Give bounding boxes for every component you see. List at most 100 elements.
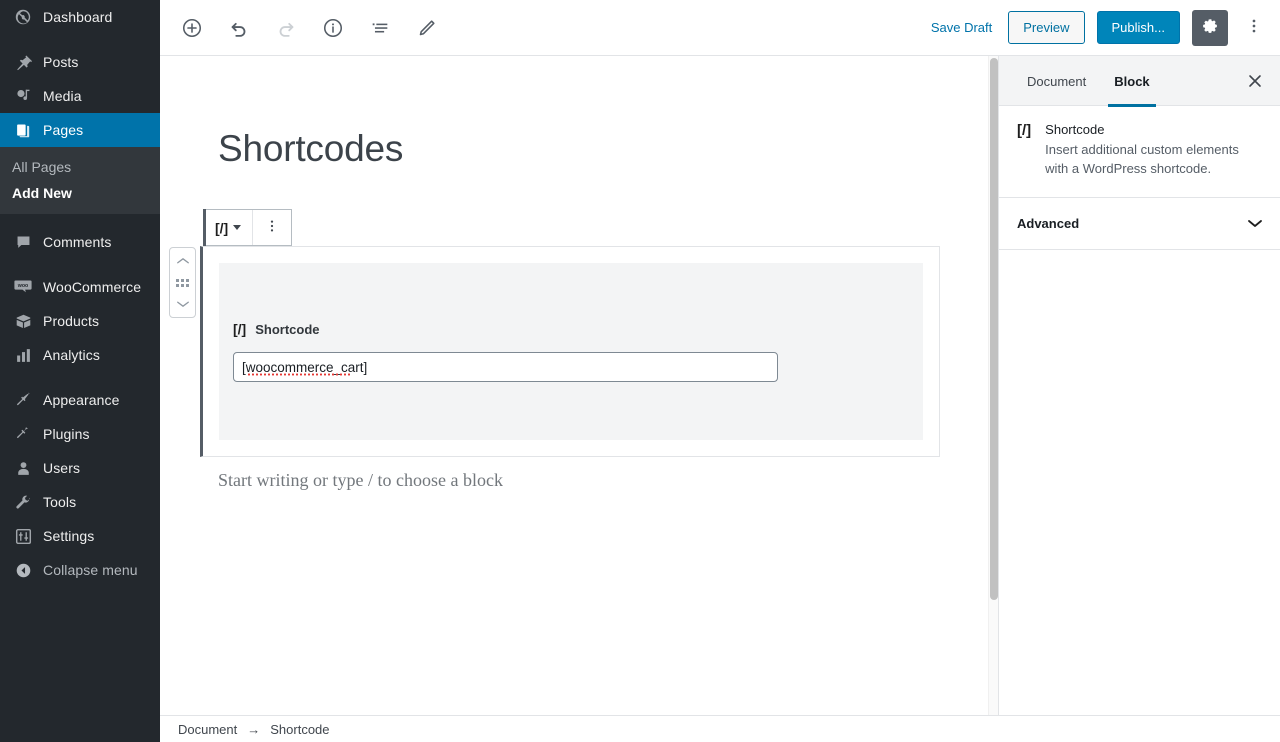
woocommerce-icon: woo <box>12 277 34 297</box>
shortcode-input[interactable] <box>233 352 778 382</box>
block-type-switcher-button[interactable]: [/] <box>204 210 252 245</box>
sidebar-item-settings[interactable]: Settings <box>0 519 160 553</box>
block-more-options-button[interactable] <box>252 210 291 245</box>
block-navigation-icon[interactable] <box>362 10 398 46</box>
sidebar-item-media[interactable]: Media <box>0 79 160 113</box>
block-info-text: Shortcode Insert additional custom eleme… <box>1045 122 1264 179</box>
breadcrumb: Document → Shortcode <box>160 715 1280 742</box>
redo-icon[interactable] <box>268 10 304 46</box>
shortcode-icon: [/] <box>215 219 229 236</box>
shortcode-input-wrapper <box>233 352 778 382</box>
canvas-scrollbar[interactable] <box>988 56 998 715</box>
sidebar-item-users[interactable]: Users <box>0 451 160 485</box>
shortcode-block-panel: [/] Shortcode <box>219 263 923 440</box>
edit-pencil-icon[interactable] <box>409 10 445 46</box>
pages-icon <box>12 120 34 140</box>
shortcode-block-header: [/] Shortcode <box>233 321 909 337</box>
empty-paragraph-placeholder[interactable]: Start writing or type / to choose a bloc… <box>218 470 503 491</box>
block-info-title: Shortcode <box>1045 122 1105 137</box>
post-title-input[interactable]: Shortcodes <box>218 128 998 170</box>
sidebar-item-posts[interactable]: Posts <box>0 45 160 79</box>
add-block-icon[interactable] <box>174 10 210 46</box>
sidebar-item-collapse-menu[interactable]: Collapse menu <box>0 553 160 587</box>
settings-sidebar-tabs: Document Block <box>999 56 1280 107</box>
shortcode-block-label: Shortcode <box>255 321 320 337</box>
pin-icon <box>12 52 34 72</box>
sidebar-subitem-all-pages[interactable]: All Pages <box>0 154 160 180</box>
sidebar-item-plugins[interactable]: Plugins <box>0 417 160 451</box>
plugins-plug-icon <box>12 424 34 444</box>
move-block-down-button[interactable] <box>170 295 195 313</box>
sidebar-item-label: Users <box>43 460 81 476</box>
undo-icon[interactable] <box>221 10 257 46</box>
sidebar-item-label: Posts <box>43 54 79 70</box>
sidebar-subitem-add-new[interactable]: Add New <box>0 180 160 206</box>
settings-sliders-icon <box>12 526 34 546</box>
sidebar-item-products[interactable]: Products <box>0 304 160 338</box>
sidebar-item-appearance[interactable]: Appearance <box>0 383 160 417</box>
breadcrumb-item-shortcode[interactable]: Shortcode <box>269 720 330 739</box>
sidebar-item-label: Pages <box>43 122 84 138</box>
chevron-down-icon <box>1246 217 1264 229</box>
sidebar-item-label: Appearance <box>43 392 120 408</box>
breadcrumb-separator-icon: → <box>247 721 261 737</box>
sidebar-item-label: WooCommerce <box>43 279 142 295</box>
sidebar-item-woocommerce[interactable]: woo WooCommerce <box>0 270 160 304</box>
save-draft-button[interactable]: Save Draft <box>927 14 996 41</box>
dashboard-icon <box>12 7 34 27</box>
products-box-icon <box>12 311 34 331</box>
content-info-icon[interactable] <box>315 10 351 46</box>
sidebar-item-label: Dashboard <box>43 9 113 25</box>
publish-button[interactable]: Publish... <box>1096 11 1180 44</box>
sidebar-item-tools[interactable]: Tools <box>0 485 160 519</box>
shortcode-icon: [/] <box>233 321 247 337</box>
tab-block[interactable]: Block <box>1100 56 1163 107</box>
settings-sidebar: Document Block [/] Shortcode Insert addi… <box>998 56 1280 715</box>
sidebar-subitem-label: Add New <box>12 185 72 201</box>
move-block-up-button[interactable] <box>170 252 195 270</box>
appearance-brush-icon <box>12 390 34 410</box>
sidebar-subitem-label: All Pages <box>12 159 72 175</box>
users-icon <box>12 458 34 478</box>
close-settings-button[interactable] <box>1242 69 1268 95</box>
editor-header-toolbar: Save Draft Preview Publish... <box>160 0 1280 56</box>
comment-icon <box>12 232 34 252</box>
block-movers <box>169 247 196 318</box>
shortcode-block[interactable]: [/] Shortcode <box>200 246 940 457</box>
chevron-down-icon <box>233 225 242 230</box>
tools-wrench-icon <box>12 492 34 512</box>
sidebar-item-label: Tools <box>43 494 77 510</box>
more-menu-button[interactable] <box>1240 10 1268 46</box>
block-editor: Save Draft Preview Publish... Shortcodes… <box>160 0 1280 742</box>
close-icon <box>1247 73 1263 92</box>
sidebar-item-pages[interactable]: Pages <box>0 113 168 147</box>
sidebar-item-label: Plugins <box>43 426 90 442</box>
sidebar-item-label: Collapse menu <box>43 562 138 578</box>
preview-button[interactable]: Preview <box>1008 11 1085 44</box>
editor-header-actions: Save Draft Preview Publish... <box>927 9 1268 46</box>
block-toolbar: [/] <box>203 209 293 246</box>
analytics-bars-icon <box>12 345 34 365</box>
block-info-description: Insert additional custom elements with a… <box>1045 142 1239 176</box>
sidebar-item-label: Products <box>43 313 100 329</box>
tab-document[interactable]: Document <box>1013 56 1100 106</box>
vertical-ellipsis-icon <box>1245 17 1263 38</box>
sidebar-item-comments[interactable]: Comments <box>0 225 160 259</box>
sidebar-item-analytics[interactable]: Analytics <box>0 338 160 372</box>
sidebar-item-dashboard[interactable]: Dashboard <box>0 0 160 34</box>
collapse-arrow-icon <box>12 560 34 580</box>
pages-submenu: All Pages Add New <box>0 147 160 214</box>
settings-gear-button[interactable] <box>1192 9 1228 46</box>
canvas-scrollbar-thumb[interactable] <box>990 58 998 600</box>
media-icon <box>12 86 34 106</box>
block-info-card: [/] Shortcode Insert additional custom e… <box>999 106 1280 198</box>
drag-handle-icon[interactable] <box>176 278 189 287</box>
editor-canvas: Shortcodes [/] [/] Shortcode [woocommerc… <box>160 56 998 715</box>
advanced-panel-toggle[interactable]: Advanced <box>999 198 1280 250</box>
breadcrumb-item-document[interactable]: Document <box>177 720 238 739</box>
sidebar-item-label: Comments <box>43 234 112 250</box>
chevron-down-icon <box>176 297 190 312</box>
shortcode-icon: [/] <box>1017 122 1032 139</box>
editor-header-tools <box>174 10 445 46</box>
sidebar-item-label: Analytics <box>43 347 100 363</box>
